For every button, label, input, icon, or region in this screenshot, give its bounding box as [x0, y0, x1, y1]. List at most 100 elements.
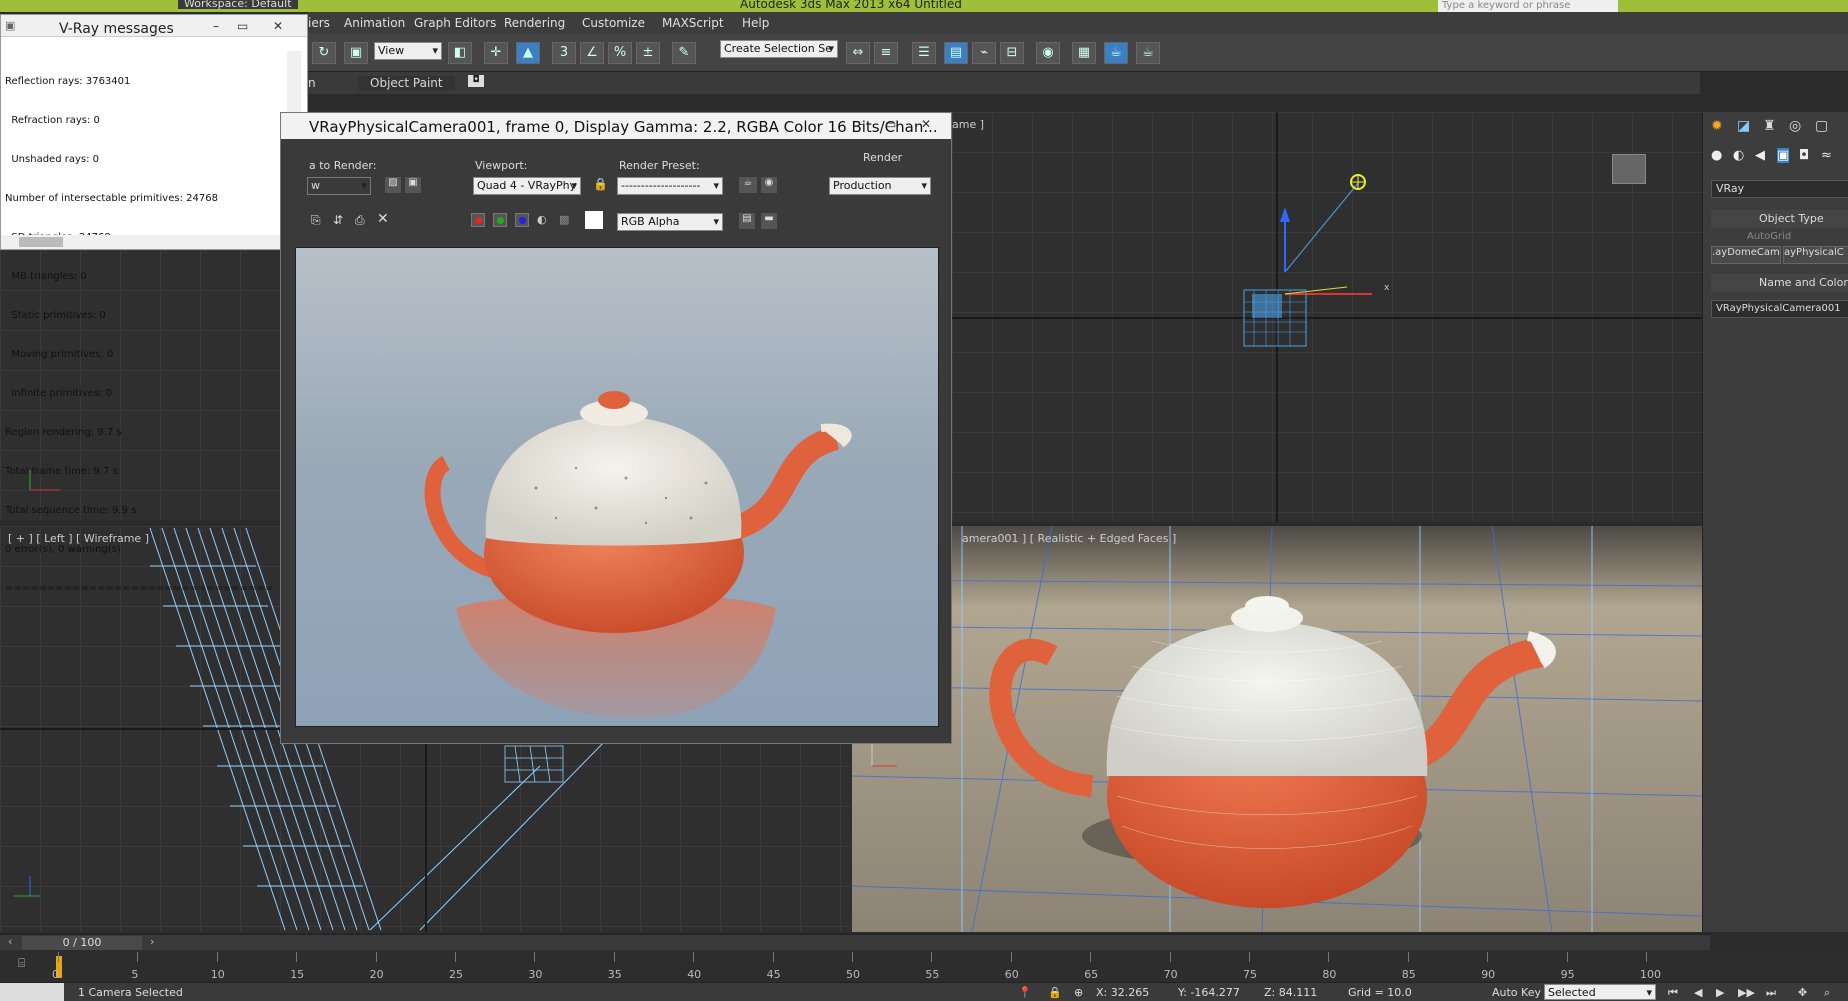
geometry-icon[interactable]: ● [1711, 148, 1722, 163]
track-bar[interactable]: ⌸ 0 5 10 15 20 25 30 35 40 45 50 55 60 65 70 75 80 85 90 95… [0, 950, 1848, 982]
snap-toggle-icon[interactable]: 3 [552, 42, 576, 64]
rollout-object-type[interactable]: Object Type [1711, 210, 1848, 228]
save-image-icon[interactable]: ⎘ [311, 213, 321, 228]
menu-help[interactable]: Help [742, 16, 769, 30]
rollout-name-and-color[interactable]: Name and Color [1711, 274, 1848, 292]
spinner-snap-icon[interactable]: ± [636, 42, 660, 64]
edit-named-selection-icon[interactable]: ✎ [672, 42, 696, 64]
environment-icon[interactable]: ◉ [761, 177, 777, 193]
shapes-icon[interactable]: ◐ [1733, 148, 1744, 163]
play-icon[interactable]: ▶ [1716, 986, 1724, 999]
viewport-top-right[interactable]: ame ] x [952, 112, 1702, 522]
motion-tab-icon[interactable]: ◎ [1789, 118, 1801, 134]
angle-snap-icon[interactable]: ∠ [580, 42, 604, 64]
transform-mode-icon[interactable]: ⊕ [1074, 986, 1083, 999]
close-icon[interactable]: ✕ [921, 117, 931, 131]
key-filter-dropdown[interactable]: Selected [1544, 984, 1656, 1001]
spacewarps-icon[interactable]: ≈ [1821, 148, 1832, 163]
next-key-icon[interactable]: ▶▶ [1738, 986, 1755, 999]
select-manipulate-icon[interactable]: ▲ [516, 42, 540, 64]
render-setup-icon[interactable]: ☕ [739, 177, 757, 193]
display-tab-icon[interactable]: ▢ [1815, 118, 1828, 134]
ribbon-tab-object-paint[interactable]: Object Paint [358, 76, 455, 90]
cameras-icon[interactable]: ▣ [1777, 148, 1790, 163]
hierarchy-tab-icon[interactable]: ♜ [1763, 118, 1776, 134]
vray-messages-titlebar[interactable]: ▣ V-Ray messages – ▭ ✕ [1, 15, 307, 37]
toggle-ui-overlay-icon[interactable]: ▤ [739, 213, 755, 229]
vray-dome-camera-button[interactable]: .ayDomeCame [1711, 246, 1781, 264]
percent-snap-icon[interactable]: % [608, 42, 632, 64]
swatch-color[interactable] [585, 211, 603, 229]
reference-coord-dropdown[interactable]: View [374, 42, 442, 60]
green-channel-toggle[interactable] [493, 213, 507, 227]
time-slider-thumb[interactable]: 0 / 100 [22, 936, 142, 950]
render-button[interactable]: Render [863, 151, 902, 164]
minimize-icon[interactable]: – [213, 19, 219, 33]
auto-key-button[interactable]: Auto Key [1492, 986, 1541, 999]
rendered-frame-window-icon[interactable]: ☕ [1104, 42, 1128, 64]
modify-tab-icon[interactable]: ◪ [1737, 118, 1750, 134]
clear-icon[interactable]: ✕ [377, 211, 389, 227]
prev-key-icon[interactable]: ◀ [1694, 986, 1702, 999]
menu-animation[interactable]: Animation [344, 16, 405, 30]
pivot-icon[interactable]: ◧ [448, 42, 472, 64]
render-production-icon[interactable]: ☕ [1136, 42, 1160, 64]
prev-frame-icon[interactable]: ‹ [8, 935, 12, 948]
zoom-icon[interactable]: ⌕ [1824, 986, 1830, 1000]
object-name-field[interactable]: VRayPhysicalCamera001 [1711, 300, 1848, 318]
helpers-icon[interactable]: ◘ [1799, 148, 1809, 163]
render-window-titlebar[interactable]: VRayPhysicalCamera001, frame 0, Display … [281, 113, 951, 139]
goto-end-icon[interactable]: ⏭ [1766, 986, 1776, 1000]
menu-customize[interactable]: Customize [582, 16, 645, 30]
area-to-render-dropdown[interactable]: w [307, 177, 371, 195]
viewport-dropdown[interactable]: Quad 4 - VRayPhy [473, 177, 581, 195]
render-mode-dropdown[interactable]: Production [829, 177, 931, 195]
workspace-dropdown[interactable]: Workspace: Default [178, 0, 298, 10]
viewport-label[interactable]: amera001 ] [ Realistic + Edged Faces ] [962, 532, 1176, 545]
blue-channel-toggle[interactable] [515, 213, 529, 227]
coord-y[interactable]: Y: -164.277 [1178, 986, 1240, 999]
ribbon-tab[interactable]: n [308, 76, 316, 90]
red-channel-toggle[interactable] [471, 213, 485, 227]
rotate-icon[interactable]: ↻ [312, 42, 336, 64]
named-selection-dropdown[interactable]: Create Selection Se [720, 40, 838, 58]
material-editor-icon[interactable]: ◉ [1036, 42, 1060, 64]
rendered-image[interactable] [295, 247, 939, 727]
next-frame-icon[interactable]: › [150, 935, 154, 948]
lock-icon[interactable]: 🔒 [593, 177, 608, 191]
horizontal-scrollbar[interactable] [1, 235, 285, 249]
close-icon[interactable]: ✕ [273, 19, 283, 33]
menu-graph-editors[interactable]: Graph Editors [414, 16, 496, 30]
pin-icon[interactable]: 📍 [1018, 986, 1032, 999]
render-setup-icon[interactable]: ▦ [1072, 42, 1096, 64]
copy-image-icon[interactable]: ⇵ [333, 213, 343, 227]
toggle-ui-icon[interactable]: ▬ [761, 213, 777, 229]
menu-maxscript[interactable]: MAXScript [662, 16, 724, 30]
auto-region-icon[interactable]: ▣ [405, 177, 421, 193]
edit-region-icon[interactable]: ▨ [385, 177, 401, 193]
minimize-icon[interactable]: – [859, 117, 865, 131]
scrollbar-thumb[interactable] [19, 237, 63, 247]
create-tab-icon[interactable]: ✹ [1711, 118, 1723, 134]
maximize-icon[interactable]: ▭ [237, 19, 248, 33]
monochrome-icon[interactable]: ▩ [559, 213, 569, 226]
menu-rendering[interactable]: Rendering [504, 16, 565, 30]
viewcube-icon[interactable] [1612, 154, 1646, 184]
move-icon[interactable]: ✛ [484, 42, 508, 64]
channel-display-dropdown[interactable]: RGB Alpha [617, 213, 723, 231]
time-slider[interactable]: ‹ 0 / 100 › [0, 934, 1710, 950]
vray-physical-camera-button[interactable]: ayPhysicalC [1783, 246, 1848, 264]
renderer-dropdown[interactable]: VRay [1711, 180, 1848, 198]
render-preset-dropdown[interactable]: -------------------- [617, 177, 723, 195]
align-icon[interactable]: ≡ [874, 42, 898, 64]
schematic-view-icon[interactable]: ⊟ [1000, 42, 1024, 64]
layer-manager-icon[interactable]: ☰ [912, 42, 936, 64]
graphite-toggle-icon[interactable]: ▤ [944, 42, 968, 64]
mirror-icon[interactable]: ⇔ [846, 42, 870, 64]
viewport-camera-realistic[interactable]: amera001 ] [ Realistic + Edged Faces ] [852, 526, 1702, 932]
goto-start-icon[interactable]: ⏮ [1668, 986, 1678, 1000]
lights-icon[interactable]: ◀ [1755, 148, 1765, 163]
maximize-icon[interactable]: ▭ [885, 117, 896, 131]
select-region-icon[interactable]: ▣ [344, 42, 368, 64]
curve-editor-icon[interactable]: ⌁ [972, 42, 996, 64]
